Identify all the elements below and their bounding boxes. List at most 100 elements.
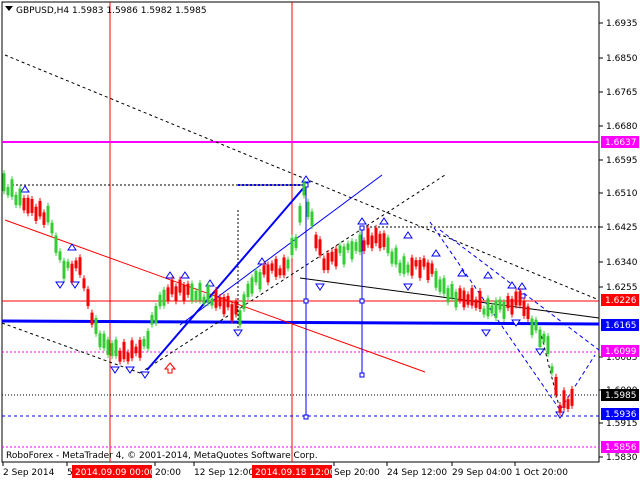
price-tick-label: 1.6680 <box>606 122 638 132</box>
time-highlight-label: 2014.09.18 12:00 <box>255 468 336 478</box>
candle-body <box>554 376 558 395</box>
time-axis[interactable]: 2 Sep 2014 5 20:00 12 Sep 12:00 Sep 20:00 24 … <box>2 462 568 478</box>
candle-body <box>338 245 342 254</box>
candle-body <box>30 199 34 213</box>
candle-body <box>2 173 6 192</box>
candle-body <box>10 179 14 197</box>
candle-body <box>190 283 194 301</box>
price-tick-label: 1.6510 <box>606 189 638 199</box>
candle-body <box>218 296 222 307</box>
candle-body <box>570 388 574 406</box>
candle-body <box>362 240 366 252</box>
price-badge-label: 1.6165 <box>605 321 637 331</box>
candle-body <box>438 279 442 292</box>
anchor-point[interactable] <box>520 293 526 299</box>
plot-frame <box>1 1 600 463</box>
candle-body <box>214 290 218 308</box>
candle-body <box>482 308 486 315</box>
candle-body <box>466 294 470 305</box>
candle-body <box>258 272 262 290</box>
price-axis[interactable]: 1.6935 1.6850 1.6765 1.6680 1.6595 1.6510 1.64… <box>599 19 639 463</box>
price-badge-label: 1.5985 <box>605 391 637 401</box>
candle-body <box>126 352 130 362</box>
anchor-point[interactable] <box>303 298 309 304</box>
price-tick-label: 1.6850 <box>606 54 638 64</box>
candle-body <box>302 182 306 196</box>
candle-body <box>354 242 358 251</box>
candle-body <box>298 206 302 223</box>
candle-body <box>522 300 526 316</box>
candle-body <box>394 247 398 265</box>
candle-body <box>310 211 314 227</box>
candle-body <box>418 259 422 278</box>
candle-body <box>374 227 378 244</box>
candle-body <box>454 291 458 308</box>
candle-body <box>402 256 406 274</box>
candle-body <box>322 258 326 271</box>
candle-body <box>178 279 182 293</box>
candle-body <box>286 259 290 269</box>
candle-body <box>390 251 394 264</box>
candle-body <box>538 329 542 347</box>
chart-window[interactable]: GBPUSD,H4 1.5983 1.5986 1.5982 1.5985 Ro… <box>0 0 640 480</box>
candle-body <box>514 291 518 306</box>
price-chart[interactable]: GBPUSD,H4 1.5983 1.5986 1.5982 1.5985 Ro… <box>0 0 640 480</box>
candle-body <box>334 248 338 267</box>
candle-body <box>558 405 562 413</box>
candle-body <box>450 283 454 299</box>
candle-body <box>90 312 94 325</box>
candle-body <box>110 343 114 356</box>
candle-body <box>530 318 534 336</box>
candle-body <box>506 295 510 309</box>
candle-body <box>242 294 246 310</box>
candle-body <box>222 296 226 315</box>
candle-body <box>34 206 38 221</box>
candle-body <box>486 298 490 317</box>
candle-body <box>494 300 498 318</box>
candle-body <box>294 236 298 248</box>
time-tick-label: 29 Sep 04:00 <box>452 468 512 478</box>
candle-body <box>254 270 258 283</box>
candle-body <box>118 350 122 362</box>
candle-body <box>26 197 30 214</box>
candle-body <box>274 258 278 277</box>
candle-body <box>86 289 90 307</box>
price-tick-label: 1.6425 <box>606 223 638 233</box>
candle-body <box>430 263 434 274</box>
time-tick-label: 5 <box>67 468 73 478</box>
candle-body <box>378 233 382 249</box>
price-tick-label: 1.6255 <box>606 283 638 293</box>
candle-body <box>282 257 286 276</box>
price-tick-label: 1.6935 <box>606 19 638 29</box>
time-highlight-label: 2014.09.09 00:00 <box>75 468 156 478</box>
candle-body <box>122 341 126 360</box>
candle-body <box>382 233 386 248</box>
candle-body <box>546 336 550 355</box>
anchor-point[interactable] <box>359 298 365 304</box>
candle-body <box>146 330 150 349</box>
candle-body <box>74 260 78 269</box>
anchor-point[interactable] <box>303 414 309 420</box>
candle-body <box>166 287 170 301</box>
anchor-point[interactable] <box>359 225 365 231</box>
candle-body <box>102 333 106 349</box>
candle-body <box>234 301 238 315</box>
time-tick-label: 24 Sep 12:00 <box>387 468 447 478</box>
price-badge-label: 1.6099 <box>605 347 637 357</box>
candle-body <box>278 268 282 276</box>
candle-body <box>230 304 234 321</box>
candle-body <box>78 257 82 275</box>
candle-body <box>58 251 62 260</box>
candle-body <box>202 296 206 304</box>
candle-body <box>62 260 66 279</box>
candle-body <box>366 228 370 245</box>
time-tick-label: Sep 20:00 <box>334 468 380 478</box>
candle-body <box>414 260 418 267</box>
candle-body <box>342 246 346 265</box>
candle-body <box>6 187 10 196</box>
candle-body <box>314 234 318 249</box>
candle-body <box>370 235 374 249</box>
candle-body <box>194 290 198 301</box>
anchor-point[interactable] <box>359 372 365 378</box>
price-badge-label: 1.5936 <box>605 410 637 420</box>
